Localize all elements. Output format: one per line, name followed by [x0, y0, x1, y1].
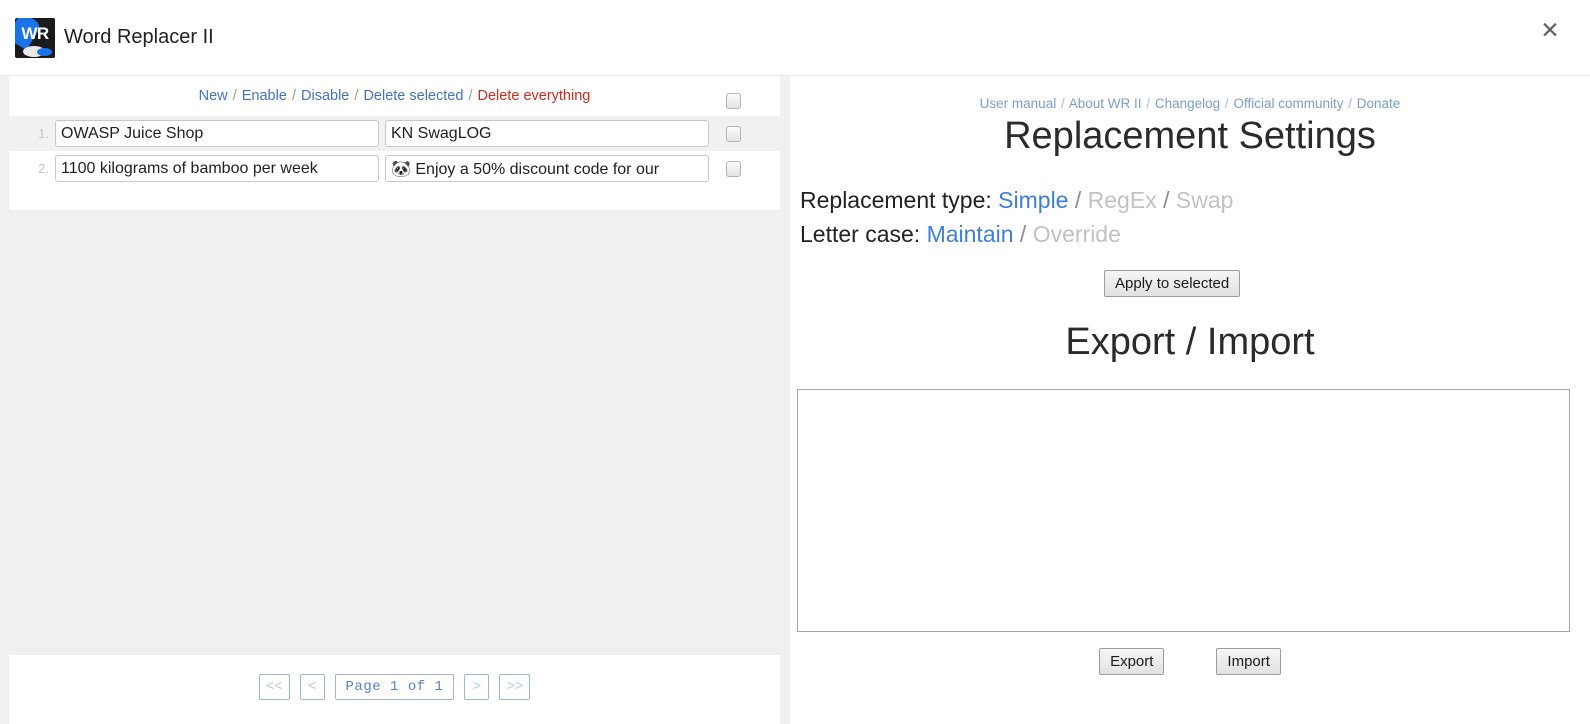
export-import-buttons: Export Import	[790, 648, 1590, 675]
link-changelog[interactable]: Changelog	[1155, 96, 1220, 111]
separator: /	[1224, 96, 1229, 111]
action-delete-selected[interactable]: Delete selected	[363, 88, 463, 104]
select-all-checkbox[interactable]	[726, 93, 741, 109]
separator: /	[1163, 187, 1170, 213]
separator: /	[1348, 96, 1352, 111]
apply-to-selected-button[interactable]: Apply to selected	[1104, 270, 1241, 297]
link-about[interactable]: About WR II	[1069, 96, 1142, 111]
settings-pane: User manual / About WR II / Changelog / …	[790, 76, 1590, 724]
action-delete-everything[interactable]: Delete everything	[478, 88, 591, 104]
separator: /	[232, 88, 237, 104]
replacement-type-label: Replacement type:	[800, 187, 992, 213]
separator: /	[1019, 221, 1027, 247]
row-checkbox[interactable]	[726, 125, 741, 142]
pagination-first-button[interactable]: <<	[258, 674, 290, 700]
paint-blob-blue	[37, 48, 52, 56]
pagination-prev-button[interactable]: <	[299, 674, 325, 700]
replacement-type-option-regex[interactable]: RegEx	[1088, 187, 1157, 213]
pagination-card: << < Page 1 of 1 > >>	[9, 655, 780, 724]
row-checkbox[interactable]	[726, 160, 741, 177]
separator: /	[291, 88, 296, 104]
action-disable[interactable]: Disable	[301, 88, 349, 104]
list-action-links: New / Enable / Disable / Delete selected…	[9, 88, 780, 104]
pagination-next-button[interactable]: >	[464, 674, 490, 700]
app-logo-icon: WR	[15, 18, 55, 58]
action-new[interactable]: New	[199, 88, 228, 104]
separator: /	[468, 88, 473, 104]
replace-from-input[interactable]	[55, 155, 379, 182]
letter-case-row: Letter case: Maintain / Override	[800, 221, 1121, 248]
import-button[interactable]: Import	[1216, 648, 1281, 675]
row-index: 1.	[38, 126, 49, 141]
settings-heading: Replacement Settings	[1004, 115, 1376, 157]
pagination-last-button[interactable]: >>	[499, 674, 531, 700]
separator: /	[1074, 187, 1082, 213]
letter-case-label: Letter case:	[800, 221, 921, 247]
pagination: << < Page 1 of 1 > >>	[9, 674, 780, 700]
pagination-page-indicator[interactable]: Page 1 of 1	[334, 674, 455, 700]
letter-case-option-override[interactable]: Override	[1033, 221, 1121, 247]
table-row: 2.	[9, 151, 780, 186]
page-title: Word Replacer II	[64, 26, 214, 48]
link-user-manual[interactable]: User manual	[980, 96, 1057, 111]
row-index: 2.	[38, 161, 49, 176]
replacement-list-card: New / Enable / Disable / Delete selected…	[9, 76, 780, 210]
window-titlebar: WR Word Replacer II ✕	[0, 0, 1590, 76]
pane-gutter	[780, 76, 790, 724]
help-links: User manual / About WR II / Changelog / …	[790, 96, 1590, 111]
link-donate[interactable]: Donate	[1357, 96, 1401, 111]
replacement-type-option-simple[interactable]: Simple	[998, 187, 1068, 213]
list-toolbar: New / Enable / Disable / Delete selected…	[9, 76, 780, 116]
replace-from-input[interactable]	[55, 120, 379, 147]
action-enable[interactable]: Enable	[242, 88, 287, 104]
replacement-type-option-swap[interactable]: Swap	[1176, 187, 1234, 213]
separator: /	[1146, 96, 1151, 111]
link-official-community[interactable]: Official community	[1233, 96, 1343, 111]
separator: /	[354, 88, 359, 104]
app-logo-text: WR	[21, 24, 49, 43]
table-row: 1.	[9, 116, 780, 151]
export-import-textarea[interactable]	[797, 389, 1570, 632]
replace-to-input[interactable]	[385, 155, 709, 182]
letter-case-option-maintain[interactable]: Maintain	[927, 221, 1014, 247]
close-icon[interactable]: ✕	[1532, 12, 1568, 48]
replacement-type-row: Replacement type: Simple / RegEx / Swap	[800, 187, 1233, 214]
separator: /	[1060, 96, 1065, 111]
replace-to-input[interactable]	[385, 120, 709, 147]
export-import-heading: Export / Import	[1065, 321, 1315, 363]
replacement-list-pane: New / Enable / Disable / Delete selected…	[0, 76, 780, 724]
export-button[interactable]: Export	[1099, 648, 1165, 675]
